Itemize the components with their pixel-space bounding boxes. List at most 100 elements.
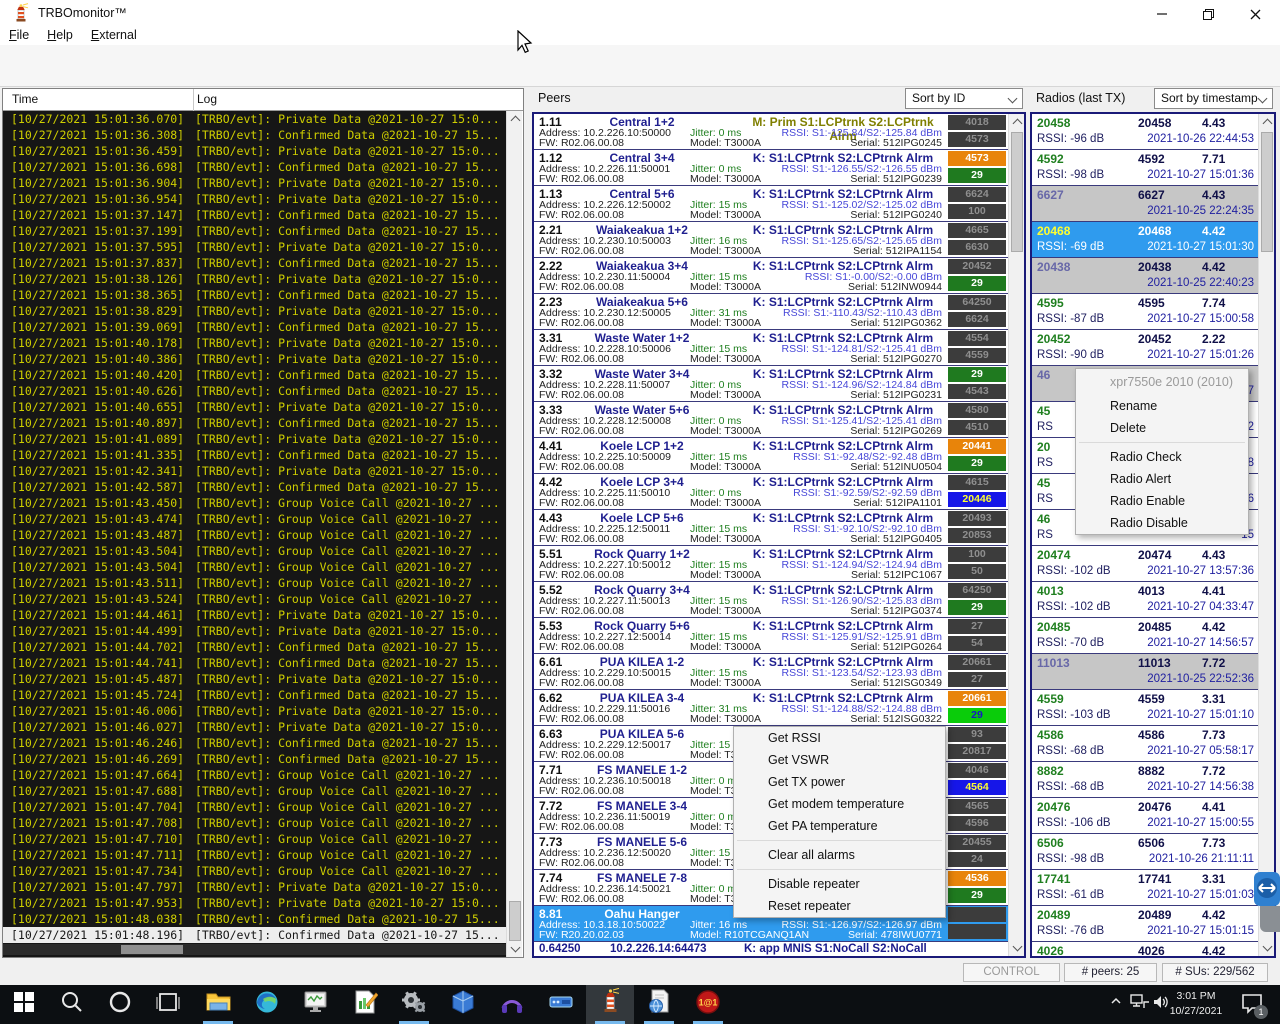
log-row[interactable]: [10/27/2021 15:01:46.027][TRBO/evt]: Pri… bbox=[3, 719, 507, 735]
radios-scrollbar[interactable] bbox=[1258, 114, 1274, 956]
scroll-down-icon[interactable] bbox=[1012, 942, 1022, 952]
peer-row[interactable]: 2.21Waiakeakua 1+2K: S1:LCPtrnk S2:LCPtr… bbox=[534, 222, 1008, 258]
log-row[interactable]: [10/27/2021 15:01:46.269][TRBO/evt]: Con… bbox=[3, 751, 507, 767]
peer-row[interactable]: 3.33Waste Water 5+6K: S1:LCPtrnk S2:LCPt… bbox=[534, 402, 1008, 438]
log-row[interactable]: [10/27/2021 15:01:41.335][TRBO/evt]: Con… bbox=[3, 447, 507, 463]
log-row[interactable]: [10/27/2021 15:01:41.089][TRBO/evt]: Pri… bbox=[3, 431, 507, 447]
log-row[interactable]: [10/27/2021 15:01:37.147][TRBO/evt]: Con… bbox=[3, 207, 507, 223]
log-row[interactable]: [10/27/2021 15:01:40.178][TRBO/evt]: Pri… bbox=[3, 335, 507, 351]
menu-item-help[interactable]: Help bbox=[38, 27, 82, 42]
peer-row[interactable]: 1.12Central 3+4K: S1:LCPtrnk S2:LCPtrnk … bbox=[534, 150, 1008, 186]
radio-row[interactable]: 11013110137.722021-10-25 22:52:36 bbox=[1032, 654, 1258, 690]
log-row[interactable]: [10/27/2021 15:01:36.698][TRBO/evt]: Con… bbox=[3, 159, 507, 175]
menu-item-radio-check[interactable]: Radio Check bbox=[1076, 446, 1248, 468]
peer-row[interactable]: 2.22Waiakeakua 3+4K: S1:LCPtrnk S2:LCPtr… bbox=[534, 258, 1008, 294]
log-row[interactable]: [10/27/2021 15:01:42.587][TRBO/evt]: Con… bbox=[3, 479, 507, 495]
radio-row[interactable]: 20474204744.43RSSI: -102 dB2021-10-27 13… bbox=[1032, 546, 1258, 582]
log-row[interactable]: [10/27/2021 15:01:43.504][TRBO/evt]: Gro… bbox=[3, 559, 507, 575]
taskbar-settings-gears-button[interactable] bbox=[390, 985, 438, 1024]
taskbar-cortana-button[interactable] bbox=[96, 985, 144, 1024]
peers-sort-select[interactable]: Sort by ID bbox=[905, 88, 1023, 109]
peers-scrollbar[interactable] bbox=[1008, 114, 1024, 956]
log-row[interactable]: [10/27/2021 15:01:42.341][TRBO/evt]: Pri… bbox=[3, 463, 507, 479]
log-row[interactable]: [10/27/2021 15:01:47.711][TRBO/evt]: Gro… bbox=[3, 847, 507, 863]
peer-row[interactable]: 4.43Koele LCP 5+6K: S1:LCPtrnk S2:LCPtrn… bbox=[534, 510, 1008, 546]
network-icon[interactable] bbox=[1130, 993, 1150, 1011]
log-row[interactable]: [10/27/2021 15:01:47.708][TRBO/evt]: Gro… bbox=[3, 815, 507, 831]
peer-row[interactable]: 4.41Koele LCP 1+2K: S1:LCPtrnk S2:LCPtrn… bbox=[534, 438, 1008, 474]
scroll-down-icon[interactable] bbox=[1262, 942, 1272, 952]
menu-item-rename[interactable]: Rename bbox=[1076, 395, 1248, 417]
peer-row[interactable]: 3.31Waste Water 1+2K: S1:LCPtrnk S2:LCPt… bbox=[534, 330, 1008, 366]
log-row[interactable]: [10/27/2021 15:01:46.246][TRBO/evt]: Con… bbox=[3, 735, 507, 751]
menu-item-disable-repeater[interactable]: Disable repeater bbox=[734, 873, 945, 895]
log-vertical-scrollbar[interactable] bbox=[506, 111, 522, 957]
log-row[interactable]: [10/27/2021 15:01:44.461][TRBO/evt]: Pri… bbox=[3, 607, 507, 623]
peer-row[interactable]: 6.61PUA KILEA 1-2K: S1:LCPtrnk S2:LCPtrn… bbox=[534, 654, 1008, 690]
taskbar-headset-app-button[interactable] bbox=[488, 985, 536, 1024]
log-row[interactable]: [10/27/2021 15:01:47.664][TRBO/evt]: Gro… bbox=[3, 767, 507, 783]
log-horizontal-scrollbar[interactable] bbox=[3, 944, 507, 955]
peer-row[interactable]: 5.52Rock Quarry 3+4K: S1:LCPtrnk S2:LCPt… bbox=[534, 582, 1008, 618]
log-row[interactable]: [10/27/2021 15:01:47.734][TRBO/evt]: Gro… bbox=[3, 863, 507, 879]
log-row[interactable]: [10/27/2021 15:01:43.450][TRBO/evt]: Gro… bbox=[3, 495, 507, 511]
peer-row[interactable]: 1.11Central 1+2M: Prim S1:LCPtrnk S2:LCP… bbox=[534, 114, 1008, 150]
menu-item-get-vswr[interactable]: Get VSWR bbox=[734, 749, 945, 771]
log-row[interactable]: [10/27/2021 15:01:37.595][TRBO/evt]: Pri… bbox=[3, 239, 507, 255]
radio-row[interactable]: 20458204584.43RSSI: -96 dB2021-10-26 22:… bbox=[1032, 114, 1258, 150]
taskbar-trbomonitor-button[interactable] bbox=[586, 985, 634, 1024]
log-row[interactable]: [10/27/2021 15:01:47.710][TRBO/evt]: Gro… bbox=[3, 831, 507, 847]
menu-item-get-tx-power[interactable]: Get TX power bbox=[734, 771, 945, 793]
restore-button[interactable] bbox=[1185, 0, 1231, 28]
log-row[interactable]: [10/27/2021 15:01:47.704][TRBO/evt]: Gro… bbox=[3, 799, 507, 815]
menu-item-radio-alert[interactable]: Radio Alert bbox=[1076, 468, 1248, 490]
log-row[interactable]: [10/27/2021 15:01:48.038][TRBO/evt]: Con… bbox=[3, 911, 507, 927]
menu-item-external[interactable]: External bbox=[82, 27, 146, 42]
log-row[interactable]: [10/27/2021 15:01:45.487][TRBO/evt]: Pri… bbox=[3, 671, 507, 687]
menu-item-reset-repeater[interactable]: Reset repeater bbox=[734, 895, 945, 917]
menu-item-clear-all-alarms[interactable]: Clear all alarms bbox=[734, 844, 945, 866]
log-row[interactable]: [10/27/2021 15:01:38.365][TRBO/evt]: Con… bbox=[3, 287, 507, 303]
scroll-down-icon[interactable] bbox=[510, 943, 520, 953]
log-row[interactable]: [10/27/2021 15:01:36.459][TRBO/evt]: Pri… bbox=[3, 143, 507, 159]
menu-item-radio-enable[interactable]: Radio Enable bbox=[1076, 490, 1248, 512]
log-row[interactable]: [10/27/2021 15:01:43.474][TRBO/evt]: Gro… bbox=[3, 511, 507, 527]
taskbar-task-view-button[interactable] bbox=[144, 985, 192, 1024]
taskbar-clock[interactable]: 3:01 PM 10/27/2021 bbox=[1160, 989, 1232, 1019]
scrollbar-thumb[interactable] bbox=[1261, 132, 1273, 252]
log-row[interactable]: [10/27/2021 15:01:36.070][TRBO/evt]: Pri… bbox=[3, 111, 507, 127]
radio-row[interactable]: 402640264.42 bbox=[1032, 942, 1258, 958]
scroll-up-icon[interactable] bbox=[510, 116, 520, 126]
radio-row[interactable]: 20452204522.22RSSI: -90 dB2021-10-27 15:… bbox=[1032, 330, 1258, 366]
remote-control-sidebar-handle[interactable] bbox=[1254, 872, 1280, 911]
log-row[interactable]: [10/27/2021 15:01:44.741][TRBO/evt]: Con… bbox=[3, 655, 507, 671]
taskbar-start-button[interactable] bbox=[0, 985, 48, 1024]
log-row[interactable]: [10/27/2021 15:01:47.953][TRBO/evt]: Pri… bbox=[3, 895, 507, 911]
log-row[interactable]: [10/27/2021 15:01:37.837][TRBO/evt]: Con… bbox=[3, 255, 507, 271]
log-row[interactable]: [10/27/2021 15:01:46.006][TRBO/evt]: Pri… bbox=[3, 703, 507, 719]
peers-footer-row[interactable]: 0.64250 10.2.226.14:64473 K: app MNIS S1… bbox=[534, 942, 1008, 958]
radio-row[interactable]: 17741177413.31RSSI: -61 dB2021-10-27 15:… bbox=[1032, 870, 1258, 906]
log-column-time[interactable]: Time bbox=[12, 92, 38, 106]
log-row[interactable]: [10/27/2021 15:01:43.504][TRBO/evt]: Gro… bbox=[3, 543, 507, 559]
log-row[interactable]: [10/27/2021 15:01:40.897][TRBO/evt]: Con… bbox=[3, 415, 507, 431]
taskbar-server-app-button[interactable] bbox=[537, 985, 585, 1024]
radio-row[interactable]: 459545957.74RSSI: -87 dB2021-10-27 15:00… bbox=[1032, 294, 1258, 330]
log-row[interactable]: [10/27/2021 15:01:36.308][TRBO/evt]: Con… bbox=[3, 127, 507, 143]
tray-chevron-up-icon[interactable] bbox=[1108, 993, 1124, 1009]
minimize-button[interactable] bbox=[1139, 0, 1185, 28]
log-row[interactable]: [10/27/2021 15:01:48.196][TRBO/evt]: Con… bbox=[3, 927, 507, 943]
log-row[interactable]: [10/27/2021 15:01:45.724][TRBO/evt]: Con… bbox=[3, 687, 507, 703]
log-row[interactable]: [10/27/2021 15:01:40.386][TRBO/evt]: Pri… bbox=[3, 351, 507, 367]
taskbar-search-button[interactable] bbox=[48, 985, 96, 1024]
peer-row[interactable]: 5.51Rock Quarry 1+2K: S1:LCPtrnk S2:LCPt… bbox=[534, 546, 1008, 582]
scrollbar-thumb[interactable] bbox=[509, 901, 521, 941]
peer-row[interactable]: 5.53Rock Quarry 5+6K: S1:LCPtrnk S2:LCPt… bbox=[534, 618, 1008, 654]
radio-row[interactable]: 458645867.73RSSI: -68 dB2021-10-27 05:58… bbox=[1032, 726, 1258, 762]
menu-item-file[interactable]: File bbox=[0, 27, 38, 42]
radios-sort-select[interactable]: Sort by timestamp bbox=[1154, 88, 1273, 109]
log-row[interactable]: [10/27/2021 15:01:43.487][TRBO/evt]: Gro… bbox=[3, 527, 507, 543]
log-row[interactable]: [10/27/2021 15:01:39.069][TRBO/evt]: Con… bbox=[3, 319, 507, 335]
log-row[interactable]: [10/27/2021 15:01:43.524][TRBO/evt]: Gro… bbox=[3, 591, 507, 607]
log-row[interactable]: [10/27/2021 15:01:36.954][TRBO/evt]: Pri… bbox=[3, 191, 507, 207]
